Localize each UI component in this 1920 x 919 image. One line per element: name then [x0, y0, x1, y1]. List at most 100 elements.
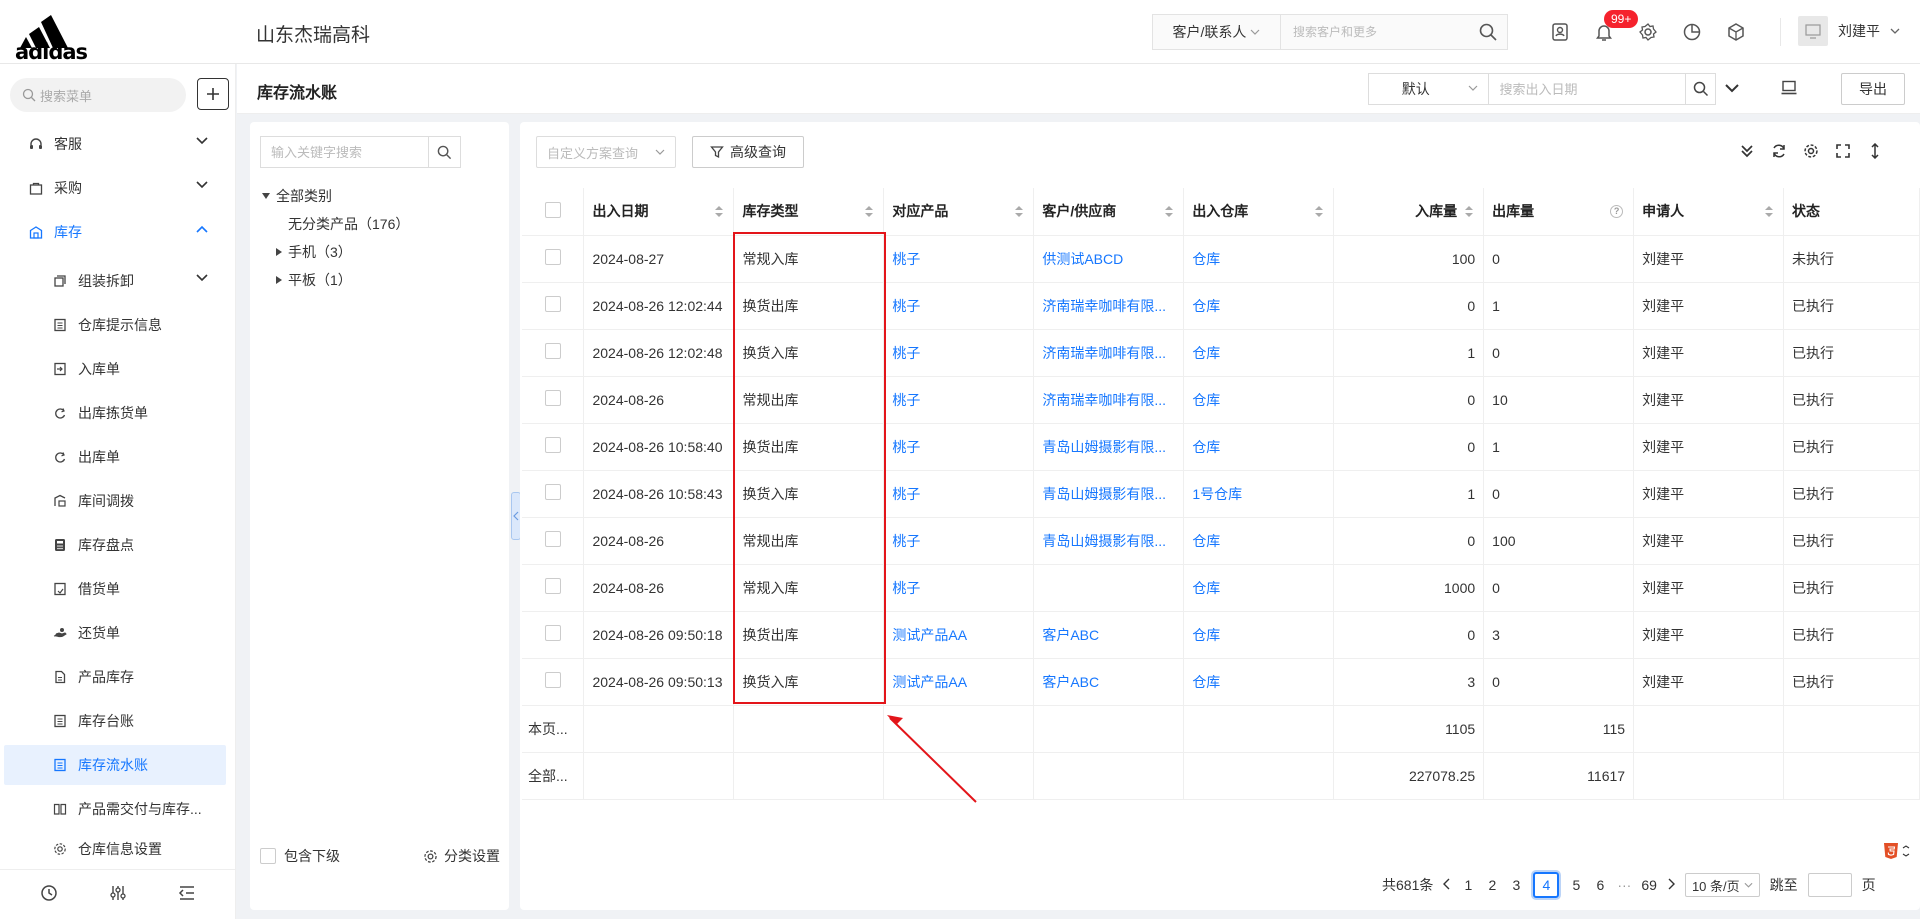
cell-product[interactable]: 测试产品AA	[892, 627, 967, 643]
cell-product[interactable]: 桃子	[892, 486, 920, 502]
sidebar-item-assembly[interactable]: 组装拆卸	[4, 261, 226, 301]
cell-product[interactable]: 桃子	[892, 439, 920, 455]
global-search-button[interactable]	[1469, 15, 1507, 49]
cell-product[interactable]: 桃子	[892, 251, 920, 267]
row-checkbox[interactable]	[544, 343, 561, 359]
cell-partner[interactable]: 济南瑞幸咖啡有限...	[1042, 298, 1166, 314]
col-header-out-qty[interactable]: 出库量?	[1483, 188, 1635, 236]
prev-page-button[interactable]	[1443, 877, 1451, 893]
add-menu-button[interactable]	[197, 78, 229, 110]
print-preview-button[interactable]	[1780, 79, 1798, 100]
cell-warehouse[interactable]: 仓库	[1192, 674, 1220, 690]
table-row[interactable]: 2024-08-26 常规出库 桃子 济南瑞幸咖啡有限... 仓库 0 10 刘建平 已执行	[522, 376, 1920, 424]
sidebar-item-purchase[interactable]: 采购	[4, 168, 226, 208]
table-row[interactable]: 2024-08-26 常规入库 桃子 仓库 1000 0 刘建平 已执行	[522, 564, 1920, 612]
row-checkbox[interactable]	[544, 531, 561, 547]
cell-warehouse[interactable]: 仓库	[1192, 251, 1220, 267]
sidebar-item-inbound[interactable]: 入库单	[4, 349, 226, 389]
row-checkbox[interactable]	[544, 296, 561, 312]
col-header-date[interactable]: 出入日期	[583, 188, 735, 236]
table-row[interactable]: 2024-08-27 常规入库 桃子 供测试ABCD 仓库 100 0 刘建平 未执行	[522, 235, 1920, 283]
sidebar-item-transfer[interactable]: 库间调拨	[4, 481, 226, 521]
tree-node-uncategorized[interactable]: 无分类产品（176）	[288, 214, 409, 234]
settings-icon[interactable]	[1636, 20, 1660, 44]
cell-warehouse[interactable]: 仓库	[1192, 345, 1220, 361]
sidebar-item-product-stock[interactable]: 产品库存	[4, 657, 226, 697]
row-checkbox[interactable]	[544, 578, 561, 594]
sidebar-item-customer-service[interactable]: 客服	[4, 124, 226, 164]
search-type-select[interactable]: 客户/联系人	[1153, 15, 1281, 49]
col-header-in-qty[interactable]: 入库量	[1333, 188, 1485, 236]
col-header-status[interactable]: 状态	[1783, 188, 1920, 236]
col-header-product[interactable]: 对应产品	[883, 188, 1035, 236]
date-search-input[interactable]	[1489, 74, 1686, 104]
refresh-icon[interactable]	[1770, 142, 1788, 160]
cell-product[interactable]: 测试产品AA	[892, 674, 967, 690]
table-row[interactable]: 2024-08-26 12:02:48 换货入库 桃子 济南瑞幸咖啡有限... 仓库 1 0…	[522, 329, 1920, 377]
cell-warehouse[interactable]: 仓库	[1192, 392, 1220, 408]
table-row[interactable]: 2024-08-26 10:58:40 换货出库 桃子 青岛山姆摄影有限... 仓库 0 1…	[522, 423, 1920, 471]
cell-warehouse[interactable]: 仓库	[1192, 439, 1220, 455]
page-6-button[interactable]: 6	[1593, 877, 1607, 893]
custom-plan-select[interactable]: 自定义方案查询	[536, 136, 676, 168]
table-row[interactable]: 2024-08-26 常规出库 桃子 青岛山姆摄影有限... 仓库 0 100 刘建平 已执行	[522, 517, 1920, 565]
row-height-icon[interactable]	[1866, 142, 1884, 160]
help-icon[interactable]: ?	[1610, 205, 1624, 218]
cell-partner[interactable]: 济南瑞幸咖啡有限...	[1042, 345, 1166, 361]
user-menu[interactable]: 刘建平	[1798, 16, 1900, 46]
cell-product[interactable]: 桃子	[892, 345, 920, 361]
cube-icon[interactable]	[1724, 20, 1748, 44]
expand-filter-button[interactable]	[1725, 80, 1739, 96]
sidebar-item-stocktake[interactable]: 库存盘点	[4, 525, 226, 565]
cell-product[interactable]: 桃子	[892, 580, 920, 596]
cell-product[interactable]: 桃子	[892, 533, 920, 549]
row-checkbox[interactable]	[544, 390, 561, 406]
global-search-input[interactable]	[1281, 15, 1469, 49]
search-mode-select[interactable]: 默认	[1369, 74, 1490, 104]
sidebar-item-borrow[interactable]: 借货单	[4, 569, 226, 609]
category-settings-button[interactable]: 分类设置	[423, 846, 500, 866]
cell-warehouse[interactable]: 1号仓库	[1192, 486, 1242, 502]
notification-bell[interactable]: 99+	[1592, 10, 1639, 44]
tree-node-phone[interactable]: 手机（3）	[276, 242, 352, 262]
row-checkbox[interactable]	[544, 249, 561, 265]
sort-icon[interactable]	[715, 206, 724, 218]
sidebar-item-stock-journal[interactable]: 库存流水账	[4, 745, 226, 785]
sidebar-item-return[interactable]: 还货单	[4, 613, 226, 653]
advanced-search-button[interactable]: 高级查询	[692, 136, 804, 168]
tree-node-root[interactable]: 全部类别	[262, 186, 332, 206]
page-size-select[interactable]: 10 条/页	[1684, 873, 1760, 897]
pie-chart-icon[interactable]	[1680, 20, 1704, 44]
page-1-button[interactable]: 1	[1461, 877, 1475, 893]
sidebar-item-delivery-stock[interactable]: 产品需交付与库存...	[4, 789, 226, 829]
col-header-applicant[interactable]: 申请人	[1633, 188, 1784, 236]
page-ellipsis[interactable]: ···	[1617, 877, 1631, 893]
date-search-button[interactable]	[1685, 74, 1715, 104]
sort-icon[interactable]	[1315, 206, 1324, 218]
contacts-icon[interactable]	[1548, 20, 1572, 44]
col-header-warehouse[interactable]: 出入仓库	[1183, 188, 1335, 236]
cell-product[interactable]: 桃子	[892, 298, 920, 314]
include-sub-toggle[interactable]: 包含下级	[260, 846, 340, 866]
table-row[interactable]: 2024-08-26 12:02:44 换货出库 桃子 济南瑞幸咖啡有限... 仓库 0 1…	[522, 282, 1920, 330]
cell-partner[interactable]: 青岛山姆摄影有限...	[1042, 439, 1166, 455]
cell-warehouse[interactable]: 仓库	[1192, 533, 1220, 549]
cell-warehouse[interactable]: 仓库	[1192, 580, 1220, 596]
row-checkbox[interactable]	[544, 672, 561, 688]
tree-node-tablet[interactable]: 平板（1）	[276, 270, 352, 290]
menu-search[interactable]: 搜索菜单	[10, 78, 186, 112]
double-chevron-down-icon[interactable]	[1738, 142, 1756, 160]
column-settings-icon[interactable]	[1802, 142, 1820, 160]
cell-partner[interactable]: 青岛山姆摄影有限...	[1042, 533, 1166, 549]
sidebar-item-picking[interactable]: 出库拣货单	[4, 393, 226, 433]
history-icon[interactable]	[40, 884, 58, 905]
cell-product[interactable]: 桃子	[892, 392, 920, 408]
cell-partner[interactable]: 客户ABC	[1042, 674, 1099, 690]
include-sub-checkbox[interactable]	[260, 848, 276, 864]
cell-warehouse[interactable]: 仓库	[1192, 627, 1220, 643]
jump-page-input[interactable]	[1807, 873, 1852, 897]
cell-partner[interactable]: 供测试ABCD	[1042, 251, 1123, 267]
col-header-partner[interactable]: 客户/供应商	[1033, 188, 1185, 236]
sidebar-item-warehouse-tips[interactable]: 仓库提示信息	[4, 305, 226, 345]
page-3-button[interactable]: 3	[1509, 877, 1523, 893]
